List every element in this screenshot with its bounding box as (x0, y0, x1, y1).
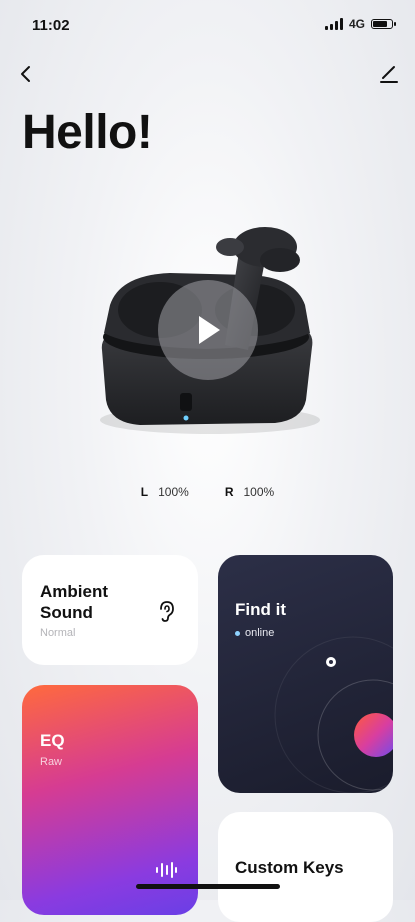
find-it-card[interactable]: Find it online (218, 555, 393, 793)
left-battery-label: L (140, 485, 149, 499)
right-battery: R 100% (225, 485, 274, 499)
edit-icon[interactable] (377, 62, 401, 86)
waveform-icon (156, 862, 177, 878)
ambient-sound-title: Ambient Sound (40, 582, 108, 622)
status-time: 11:02 (32, 17, 70, 34)
radar-graphic (274, 636, 393, 793)
play-button[interactable] (158, 280, 258, 380)
find-it-status-label: online (245, 627, 275, 639)
left-battery: L 100% (141, 485, 189, 499)
network-type: 4G (348, 17, 365, 31)
home-indicator[interactable] (136, 884, 280, 889)
eq-preset: Raw (40, 756, 63, 768)
status-bar: 11:02 4G (0, 0, 415, 50)
right-battery-label: R (224, 485, 234, 499)
online-dot-icon (235, 630, 240, 636)
page-title: Hello! (22, 106, 153, 159)
right-battery-value: 100% (243, 485, 275, 499)
ambient-sound-mode: Normal (40, 627, 76, 639)
eq-title: EQ (40, 731, 65, 750)
battery-icon (371, 19, 396, 29)
custom-keys-title: Custom Keys (235, 858, 344, 877)
battery-levels: L 100% R 100% (0, 485, 415, 499)
status-indicators: 4G (324, 17, 396, 31)
left-battery-value: 100% (158, 485, 189, 499)
eq-card[interactable]: EQ Raw (22, 685, 198, 915)
custom-keys-card[interactable]: Custom Keys (218, 812, 393, 922)
signal-icon (324, 18, 343, 30)
ambient-sound-card[interactable]: Ambient Sound Normal (22, 555, 198, 665)
ear-icon (160, 601, 174, 622)
find-it-title: Find it (235, 600, 286, 619)
find-it-status: online (235, 627, 274, 639)
play-icon (199, 316, 220, 344)
back-icon[interactable] (14, 62, 38, 86)
